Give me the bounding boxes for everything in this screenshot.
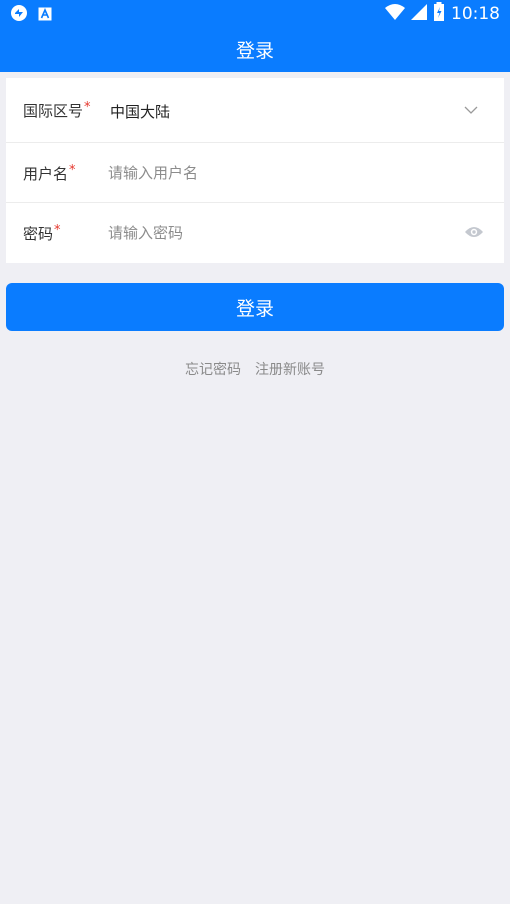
login-button[interactable]: 登录: [6, 283, 504, 331]
battery-icon: [433, 2, 445, 26]
region-label: 国际区号*: [23, 100, 91, 121]
region-select[interactable]: 中国大陆: [110, 101, 170, 122]
password-label-text: 密码: [23, 225, 54, 243]
region-row[interactable]: 国际区号* 中国大陆: [6, 78, 504, 143]
forgot-password-link[interactable]: 忘记密码: [185, 359, 241, 379]
password-input[interactable]: [108, 221, 438, 245]
required-mark: *: [69, 163, 76, 178]
required-mark: *: [54, 223, 61, 238]
status-right-icons: 10:18: [385, 2, 500, 26]
eye-icon[interactable]: [464, 224, 484, 243]
a-notification-icon: [38, 6, 52, 25]
username-input[interactable]: [108, 161, 448, 185]
sync-icon: [10, 4, 28, 26]
signal-icon: [411, 3, 427, 25]
page-title: 登录: [235, 39, 274, 62]
wifi-icon: [385, 3, 405, 25]
region-label-text: 国际区号: [23, 102, 84, 120]
login-screen: 10:18 登录 国际区号* 中国大陆 用户名* 密码*: [0, 0, 510, 904]
status-bar: 10:18: [0, 0, 510, 26]
username-label: 用户名*: [23, 163, 76, 184]
chevron-down-icon[interactable]: [464, 100, 478, 119]
status-left-icons: [10, 4, 52, 26]
username-label-text: 用户名: [23, 165, 69, 183]
password-row: 密码*: [6, 203, 504, 263]
status-time: 10:18: [451, 4, 500, 24]
login-form: 国际区号* 中国大陆 用户名* 密码*: [6, 78, 504, 263]
required-mark: *: [84, 100, 91, 115]
nav-bar: 登录: [0, 26, 510, 72]
auth-links: 忘记密码 注册新账号: [0, 359, 510, 379]
username-row: 用户名*: [6, 142, 504, 203]
password-label: 密码*: [23, 223, 61, 244]
register-link[interactable]: 注册新账号: [255, 359, 325, 379]
